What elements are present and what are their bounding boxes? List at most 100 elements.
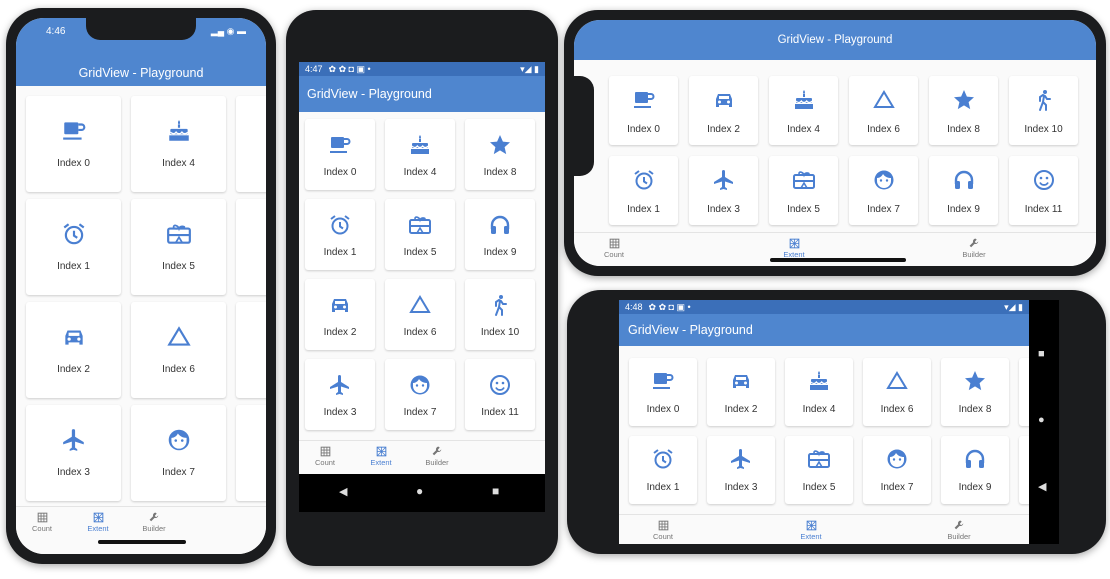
grid-tile[interactable]: Index 7 <box>863 436 931 504</box>
grid-icon <box>22 511 62 524</box>
grid-tile[interactable]: Index 7 <box>849 156 918 225</box>
grid-tile-partial[interactable] <box>236 302 266 398</box>
grid-view: Index 0 Index 2 Index 4 Index 6 Index 8 Index… <box>574 60 1096 230</box>
nav-item-builder[interactable]: Builder <box>954 237 994 259</box>
grid-tile[interactable]: Index 0 <box>629 358 697 426</box>
android-portrait-screen: 4:47 ✿ ✿ ◘ ▣ • ▾◢ ▮ GridView - Playgroun… <box>299 62 545 512</box>
grid-tile[interactable]: Index 10 <box>465 279 535 350</box>
iphone-portrait-device: 4:46 ▂▄ ◉ ▬ GridView - Playground Index … <box>6 8 276 564</box>
grid-tile[interactable]: Index 9 <box>929 156 998 225</box>
grid-tile-partial[interactable] <box>236 96 266 192</box>
grid-tile[interactable]: Index 8 <box>465 119 535 190</box>
grid-tile[interactable]: Index 6 <box>385 279 455 350</box>
grid-tile[interactable]: Index 8 <box>941 358 1009 426</box>
grid-tile[interactable]: Index 1 <box>26 199 121 295</box>
grid-tile[interactable]: Index 2 <box>689 76 758 145</box>
grid-tile[interactable]: Index 7 <box>131 405 226 501</box>
android-landscape-screen: 4:48 ✿ ✿ ◘ ▣ • ▾◢ ▮ GridView - Playgroun… <box>619 300 1029 544</box>
grid-tile[interactable]: Index 8 <box>929 76 998 145</box>
grid-tile[interactable]: Index 1 <box>609 156 678 225</box>
back-icon[interactable]: ◀ <box>339 485 347 498</box>
nav-item-builder[interactable]: Builder <box>134 511 174 533</box>
star-icon <box>929 88 998 112</box>
grid-tile[interactable]: Index 9 <box>465 199 535 270</box>
tile-label: Index 4 <box>162 158 195 169</box>
grid-tile[interactable]: Index 7 <box>385 359 455 430</box>
nav-item-extent[interactable]: Extent <box>774 237 814 259</box>
nav-item-builder[interactable]: Builder <box>417 445 457 467</box>
home-indicator[interactable] <box>770 258 906 262</box>
star-icon <box>465 133 535 157</box>
grid-tile[interactable]: Index 3 <box>707 436 775 504</box>
nav-item-count[interactable]: Count <box>305 445 345 467</box>
grid-tile-partial[interactable] <box>236 199 266 295</box>
status-bar: 4:47 ✿ ✿ ◘ ▣ • ▾◢ ▮ <box>299 62 545 76</box>
nav-item-count[interactable]: Count <box>594 237 634 259</box>
nav-item-extent[interactable]: Extent <box>78 511 118 533</box>
tile-label: Index 4 <box>403 167 437 178</box>
recents-icon[interactable]: ■ <box>1038 348 1045 360</box>
nav-item-extent[interactable]: Extent <box>791 519 831 541</box>
grid-tile[interactable]: Index 5 <box>785 436 853 504</box>
grid-tile[interactable]: Index 11 <box>1009 156 1078 225</box>
nav-item-count[interactable]: Count <box>22 511 62 533</box>
grid-tile-partial[interactable] <box>1019 436 1029 504</box>
tile-label: Index 7 <box>403 407 437 418</box>
face-icon <box>385 373 455 397</box>
grid-tile[interactable]: Index 5 <box>769 156 838 225</box>
grid-tile[interactable]: Index 5 <box>385 199 455 270</box>
nav-label: Extent <box>800 532 822 541</box>
notification-icons: ✿ ✿ ◘ ▣ • <box>648 301 691 312</box>
grid-tile[interactable]: Index 4 <box>385 119 455 190</box>
back-icon[interactable]: ◀ <box>1038 480 1046 493</box>
home-indicator[interactable] <box>98 540 186 544</box>
grid-tile[interactable]: Index 10 <box>1009 76 1078 145</box>
tile-label: Index 10 <box>1024 124 1063 135</box>
triangle-icon <box>863 369 931 393</box>
cake-icon <box>131 118 226 144</box>
nav-label: Builder <box>962 250 986 259</box>
grid-view: Index 0 Index 4 Index 8 Index 1 Index 5 Index… <box>299 112 545 452</box>
nav-item-builder[interactable]: Builder <box>939 519 979 541</box>
home-icon[interactable]: ● <box>1038 414 1045 426</box>
grid-tile[interactable]: Index 0 <box>609 76 678 145</box>
grid-tile[interactable]: Index 11 <box>465 359 535 430</box>
face-icon <box>131 427 226 453</box>
grid-tile[interactable]: Index 3 <box>305 359 375 430</box>
grid-tile[interactable]: Index 2 <box>305 279 375 350</box>
grid-tile[interactable]: Index 3 <box>689 156 758 225</box>
grid-tile[interactable]: Index 1 <box>305 199 375 270</box>
grid-tile[interactable]: Index 6 <box>131 302 226 398</box>
tile-label: Index 6 <box>403 327 437 338</box>
recents-icon[interactable]: ■ <box>492 484 499 498</box>
grid-tile[interactable]: Index 0 <box>305 119 375 190</box>
tile-label: Index 2 <box>707 124 740 135</box>
grid-tile[interactable]: Index 4 <box>769 76 838 145</box>
grid-tile[interactable]: Index 0 <box>26 96 121 192</box>
grid-tile[interactable]: Index 6 <box>863 358 931 426</box>
grid-tile[interactable]: Index 4 <box>785 358 853 426</box>
grid-tile[interactable]: Index 3 <box>26 405 121 501</box>
grid-tile[interactable]: Index 5 <box>131 199 226 295</box>
wrench-icon <box>134 511 174 524</box>
grid-tile[interactable]: Index 6 <box>849 76 918 145</box>
tile-label: Index 10 <box>480 327 520 338</box>
tile-label: Index 7 <box>867 204 900 215</box>
app-title: GridView - Playground <box>628 323 753 337</box>
nav-label: Builder <box>425 458 449 467</box>
nav-item-count[interactable]: Count <box>643 519 683 541</box>
home-icon[interactable]: ● <box>416 484 423 498</box>
grid-tile-partial[interactable] <box>236 405 266 501</box>
face-icon <box>849 168 918 192</box>
car-icon <box>305 293 375 317</box>
tile-label: Index 6 <box>867 124 900 135</box>
grid-tile[interactable]: Index 1 <box>629 436 697 504</box>
nav-item-extent[interactable]: Extent <box>361 445 401 467</box>
grid-tile[interactable]: Index 2 <box>707 358 775 426</box>
grid-tile[interactable]: Index 9 <box>941 436 1009 504</box>
triangle-icon <box>385 293 455 317</box>
grid-tile-partial[interactable] <box>1019 358 1029 426</box>
airplane-icon <box>305 373 375 397</box>
grid-tile[interactable]: Index 4 <box>131 96 226 192</box>
grid-tile[interactable]: Index 2 <box>26 302 121 398</box>
